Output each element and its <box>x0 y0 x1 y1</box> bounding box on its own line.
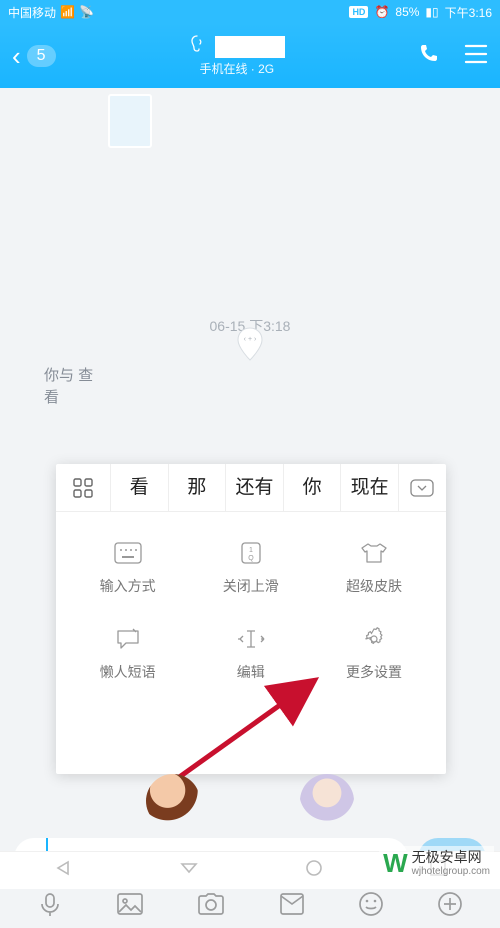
svg-text:‹ + ›: ‹ + › <box>244 336 257 343</box>
wifi-icon: 📡 <box>79 5 94 19</box>
watermark-brand: 无极安卓网 <box>412 850 490 865</box>
suggestion-word-3[interactable]: 你 <box>283 464 341 512</box>
add-button[interactable] <box>437 891 463 922</box>
cell-label: 超级皮肤 <box>346 576 402 596</box>
cell-label: 关闭上滑 <box>223 576 279 596</box>
cell-edit[interactable]: 编辑 <box>189 626 312 682</box>
gear-icon <box>359 626 389 652</box>
unread-badge: 5 <box>27 45 56 67</box>
suggestion-word-4[interactable]: 现在 <box>340 464 398 512</box>
nav-back[interactable] <box>52 860 74 881</box>
system-message-line1: 你与 查 <box>44 364 454 385</box>
keyboard-icon <box>113 540 143 566</box>
sticker-avatar-2[interactable] <box>300 774 354 828</box>
red-packet-button[interactable] <box>279 892 305 921</box>
alarm-icon: ⏰ <box>374 5 389 19</box>
carrier-label: 中国移动 <box>8 4 56 21</box>
watermark-logo: W <box>383 848 406 879</box>
online-status: 手机在线 · 2G <box>199 60 274 77</box>
toolbar <box>0 884 500 928</box>
svg-text:1: 1 <box>249 547 253 554</box>
suggestion-more-button[interactable] <box>398 464 446 512</box>
cell-label: 编辑 <box>237 662 265 682</box>
suggestion-word-0[interactable]: 看 <box>110 464 168 512</box>
signal-icon: 📶 <box>60 5 75 19</box>
cell-more-settings[interactable]: 更多设置 <box>312 626 435 682</box>
chat-area[interactable]: 06-15 下3:18 ‹ + › 你与 查 看 看 那 还有 你 现在 <box>0 88 500 851</box>
cell-lazy-phrase[interactable]: 懒人短语 <box>66 626 189 682</box>
emoji-button[interactable] <box>358 891 384 922</box>
suggestion-word-2[interactable]: 还有 <box>225 464 283 512</box>
call-button[interactable] <box>418 42 442 71</box>
previous-message-thumbnail[interactable] <box>108 94 152 148</box>
battery-percent: 85% <box>395 5 419 19</box>
back-button[interactable]: ‹ 5 <box>12 41 56 72</box>
cell-label: 更多设置 <box>346 662 402 682</box>
suggestion-row: 看 那 还有 你 现在 <box>56 464 446 512</box>
cell-input-method[interactable]: 输入方式 <box>66 540 189 596</box>
system-message-line2: 看 <box>44 386 59 407</box>
swipe-off-icon: 1Q <box>236 540 266 566</box>
contact-name-redacted <box>215 36 285 58</box>
camera-button[interactable] <box>197 892 225 921</box>
ime-settings-popup: 看 那 还有 你 现在 输入方式 1Q 关闭上滑 超级皮肤 <box>56 464 446 774</box>
cell-label: 懒人短语 <box>100 662 156 682</box>
sticker-row <box>0 774 500 828</box>
ear-icon <box>189 35 205 58</box>
svg-text:Q: Q <box>248 555 254 562</box>
chat-lazy-icon <box>113 626 143 652</box>
watermark: W 无极安卓网 wjhotelgroup.com <box>379 846 494 881</box>
suggestion-word-1[interactable]: 那 <box>168 464 226 512</box>
status-bar: 中国移动 📶 📡 HD ⏰ 85% ▮▯ 下午3:16 <box>0 0 500 24</box>
nav-home[interactable] <box>304 858 324 883</box>
gallery-button[interactable] <box>116 892 144 921</box>
suggestion-grid-toggle[interactable] <box>56 478 110 498</box>
sticker-avatar-1[interactable] <box>146 774 200 828</box>
voice-button[interactable] <box>37 891 63 922</box>
battery-icon: ▮▯ <box>425 5 438 19</box>
menu-button[interactable] <box>464 44 488 69</box>
chat-header: ‹ 5 手机在线 · 2G <box>0 24 500 88</box>
cell-close-swipe[interactable]: 1Q 关闭上滑 <box>189 540 312 596</box>
cell-label: 输入方式 <box>100 576 156 596</box>
nav-hide-kb[interactable] <box>178 860 200 881</box>
cell-super-skin[interactable]: 超级皮肤 <box>312 540 435 596</box>
clock: 下午3:16 <box>445 4 492 21</box>
chevron-left-icon: ‹ <box>12 41 21 72</box>
tshirt-icon <box>359 540 389 566</box>
watermark-url: wjhotelgroup.com <box>412 866 490 877</box>
edit-cursor-icon <box>236 626 266 652</box>
hd-badge: HD <box>349 6 368 18</box>
location-marker-icon: ‹ + › <box>235 326 265 367</box>
